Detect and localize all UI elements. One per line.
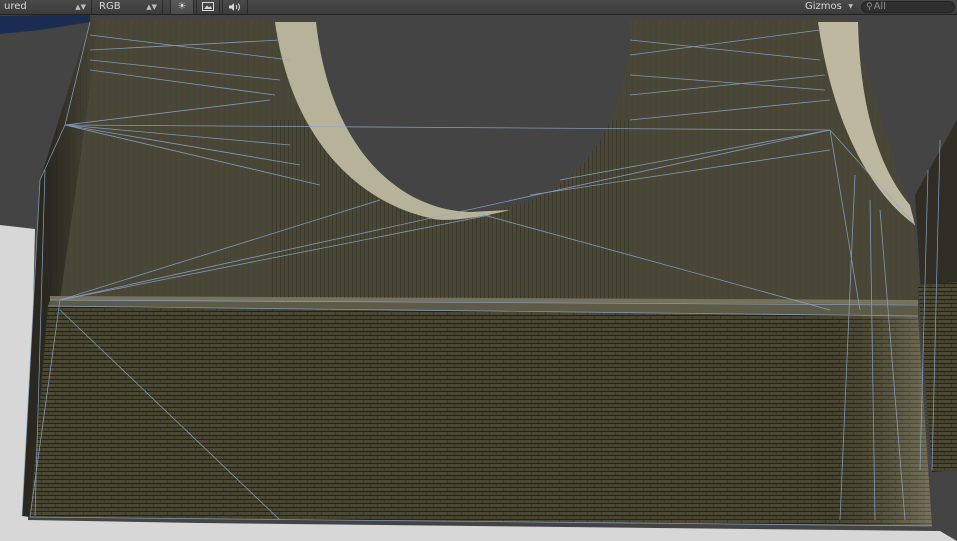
gizmos-dropdown[interactable]: Gizmos ▼ (801, 0, 855, 14)
image-icon (202, 2, 214, 11)
draw-mode-label: ured (4, 1, 27, 12)
color-mode-dropdown[interactable]: RGB ▲▼ (95, 0, 163, 14)
gizmos-label: Gizmos (805, 1, 842, 12)
lighting-toggle-button[interactable]: ☀ (170, 0, 194, 14)
scene-viewport[interactable]: ured ▲▼ RGB ▲▼ ☀ Gizmos ▼ ⚲All (0, 0, 957, 541)
chevron-down-icon: ▲▼ (75, 3, 86, 11)
chevron-down-icon: ▲▼ (146, 3, 157, 11)
wall-lower-brick (30, 306, 932, 526)
draw-mode-dropdown[interactable]: ured ▲▼ (0, 0, 92, 14)
speaker-icon (229, 3, 240, 11)
chevron-down-icon: ▼ (848, 3, 853, 10)
scene-render[interactable] (0, 0, 957, 541)
image-effects-toggle-button[interactable] (196, 0, 220, 14)
wall-lower-shade-right (800, 314, 932, 526)
search-input[interactable]: ⚲All (861, 1, 955, 13)
color-mode-label: RGB (99, 1, 121, 12)
audio-toggle-button[interactable] (222, 0, 248, 14)
sun-icon: ☀ (177, 1, 187, 12)
search-placeholder: All (873, 1, 886, 12)
scene-toolbar: ured ▲▼ RGB ▲▼ ☀ Gizmos ▼ ⚲All (0, 0, 957, 15)
search-icon: ⚲ (866, 2, 873, 12)
